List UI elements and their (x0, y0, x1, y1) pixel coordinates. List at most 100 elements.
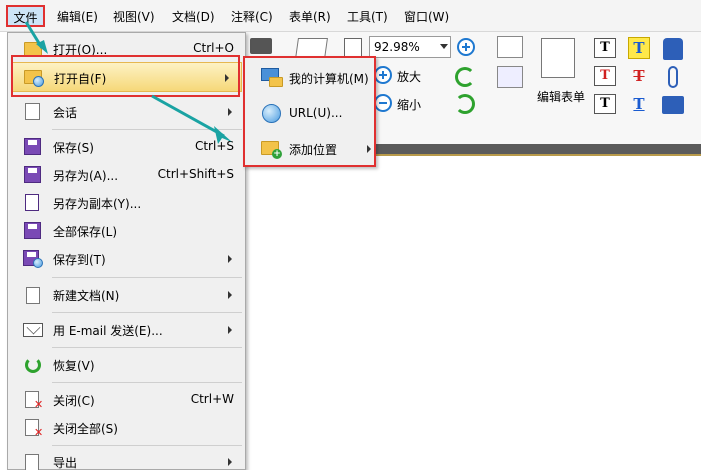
menu-item-label: 恢复(V) (53, 359, 95, 373)
menu-document[interactable]: 文档(D) (172, 8, 215, 26)
zoom-in-label[interactable]: 放大 (397, 68, 421, 85)
zoom-out-button-icon[interactable] (374, 94, 392, 112)
menu-separator (52, 312, 242, 313)
menu-item-shortcut: Ctrl+S (194, 139, 234, 153)
menu-item-label: 全部保存(L) (53, 225, 118, 239)
text-box-icon[interactable]: T (594, 94, 616, 114)
save-all-icon (23, 222, 43, 240)
menu-bar: 文件 编辑(E) 视图(V) 文档(D) 注释(C) 表单(R) 工具(T) 窗… (0, 0, 701, 32)
menu-item-label: 新建文档(N) (53, 289, 120, 303)
typewriter-icon[interactable]: T (628, 37, 650, 59)
menu-item-shortcut: Ctrl+O (193, 41, 234, 55)
session-icon (23, 103, 43, 121)
menu-separator (52, 129, 242, 130)
zoom-out-label[interactable]: 缩小 (397, 96, 421, 113)
open-from-submenu: 我的计算机(M) URL(U)... + 添加位置 (243, 56, 376, 167)
menu-item-label: 关闭全部(S) (53, 422, 118, 436)
zoom-level-select[interactable]: 92.98% (369, 36, 451, 58)
submenu-item-label: 我的计算机(M) (289, 72, 369, 86)
folder-open-icon (23, 40, 43, 58)
menu-item-label: 用 E-mail 发送(E)... (53, 324, 163, 338)
menu-item-label: 另存为副本(Y)... (53, 197, 142, 211)
menu-item-save-copy[interactable]: 另存为副本(Y)... (9, 190, 244, 216)
menu-item-export[interactable]: 导出 (9, 449, 244, 470)
zoom-in-icon[interactable] (457, 38, 475, 56)
zoom-level-value: 92.98% (374, 40, 420, 54)
submenu-arrow-icon (228, 255, 232, 263)
menu-item-label: 打开(O)... (53, 43, 108, 57)
menu-separator (52, 347, 242, 348)
menu-item-revert[interactable]: 恢复(V) (9, 352, 244, 378)
close-all-icon: ✕ (23, 419, 43, 438)
menu-item-label: 打开自(F) (54, 72, 107, 86)
menu-tools[interactable]: 工具(T) (347, 8, 388, 26)
submenu-arrow-icon (228, 291, 232, 299)
menu-separator (52, 445, 242, 446)
close-document-icon: ✕ (23, 391, 43, 410)
menu-item-label: 会话 (53, 106, 78, 120)
submenu-arrow-icon (367, 145, 371, 153)
menu-view[interactable]: 视图(V) (113, 8, 155, 26)
menu-item-close[interactable]: ✕ 关闭(C) Ctrl+W (9, 387, 244, 413)
zoom-in-button-icon[interactable] (374, 66, 392, 84)
edit-form-icon[interactable] (541, 38, 575, 78)
speaker-icon[interactable] (662, 96, 684, 114)
save-icon (23, 138, 43, 156)
email-icon (23, 321, 43, 339)
menu-item-new-document[interactable]: 新建文档(N) (9, 282, 244, 308)
menu-item-save-to[interactable]: 保存到(T) (9, 246, 244, 272)
menu-separator (52, 277, 242, 278)
menu-item-save-as[interactable]: 另存为(A)... Ctrl+Shift+S (9, 162, 244, 188)
edit-form-label[interactable]: 编辑表单 (537, 88, 585, 105)
submenu-arrow-icon (228, 458, 232, 466)
key-icon[interactable] (663, 38, 683, 60)
menu-comment[interactable]: 注释(C) (231, 8, 273, 26)
menu-separator (52, 382, 242, 383)
menu-item-open-from[interactable]: 打开自(F) (12, 62, 242, 92)
menu-item-send-email[interactable]: 用 E-mail 发送(E)... (9, 317, 244, 343)
menu-item-label: 保存(S) (53, 141, 94, 155)
menu-form[interactable]: 表单(R) (289, 8, 331, 26)
image-tool-icon[interactable] (497, 66, 523, 88)
text-field-icon[interactable]: T (594, 38, 616, 58)
camera-icon[interactable] (250, 38, 272, 54)
rotate-left-icon[interactable] (455, 67, 475, 87)
menu-window[interactable]: 窗口(W) (404, 8, 449, 26)
menu-item-shortcut: Ctrl+W (190, 392, 234, 406)
menu-item-save-all[interactable]: 全部保存(L) (9, 218, 244, 244)
computer-icon (261, 68, 283, 88)
menu-item-label: 关闭(C) (53, 394, 95, 408)
folder-globe-icon (24, 68, 44, 87)
strikethrough-icon[interactable]: T (628, 66, 650, 88)
new-document-icon (23, 286, 43, 304)
fit-page-icon[interactable] (344, 38, 362, 58)
menu-item-shortcut: Ctrl+Shift+S (157, 167, 234, 181)
submenu-arrow-icon (225, 74, 229, 82)
rotate-right-icon[interactable] (455, 94, 475, 114)
file-menu: 打开(O)... Ctrl+O 打开自(F) 会话 保存(S) Ctrl+S 另… (7, 32, 246, 470)
menu-item-open[interactable]: 打开(O)... Ctrl+O (9, 36, 244, 62)
menu-item-close-all[interactable]: ✕ 关闭全部(S) (9, 415, 244, 441)
menu-item-save[interactable]: 保存(S) Ctrl+S (9, 134, 244, 160)
text-strike-icon[interactable]: T (594, 66, 616, 86)
underline-icon[interactable]: T (628, 94, 650, 116)
menu-item-session[interactable]: 会话 (9, 99, 244, 125)
submenu-item-label: 添加位置 (289, 143, 338, 157)
menu-file[interactable]: 文件 (6, 5, 45, 27)
menu-item-label: 导出 (53, 456, 78, 470)
submenu-item-label: URL(U)... (289, 106, 343, 120)
export-icon (23, 453, 43, 470)
paperclip-icon[interactable] (668, 66, 678, 88)
menu-edit[interactable]: 编辑(E) (57, 8, 98, 26)
submenu-item-add-location[interactable]: + 添加位置 (247, 133, 373, 163)
submenu-arrow-icon (228, 326, 232, 334)
text-select-icon[interactable] (497, 36, 523, 58)
menu-item-label: 另存为(A)... (53, 169, 119, 183)
submenu-arrow-icon (228, 108, 232, 116)
submenu-item-my-computer[interactable]: 我的计算机(M) (247, 62, 373, 92)
submenu-item-url[interactable]: URL(U)... (247, 98, 373, 128)
folder-add-icon: + (261, 139, 283, 159)
save-to-icon (23, 250, 43, 268)
save-as-icon (23, 166, 43, 184)
menu-item-label: 保存到(T) (53, 253, 106, 267)
